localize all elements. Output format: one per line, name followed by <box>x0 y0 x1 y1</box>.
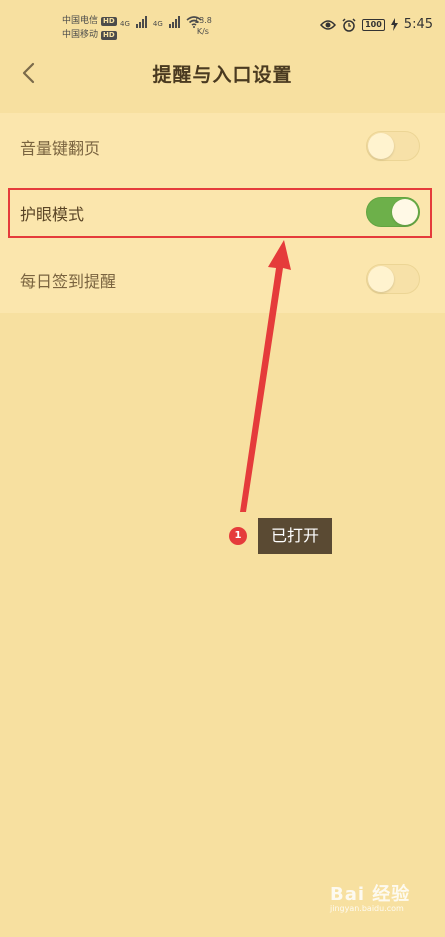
watermark-sub: jingyan.baidu.com <box>330 904 404 913</box>
annotation-number-badge: 1 <box>229 527 247 545</box>
annotation-arrow <box>240 240 291 512</box>
baidu-watermark-logo: Bai 经验 jingyan.baidu.com <box>330 880 410 913</box>
annotation-label: 已打开 <box>258 518 332 554</box>
watermark-text: Bai 经验 <box>330 884 411 905</box>
